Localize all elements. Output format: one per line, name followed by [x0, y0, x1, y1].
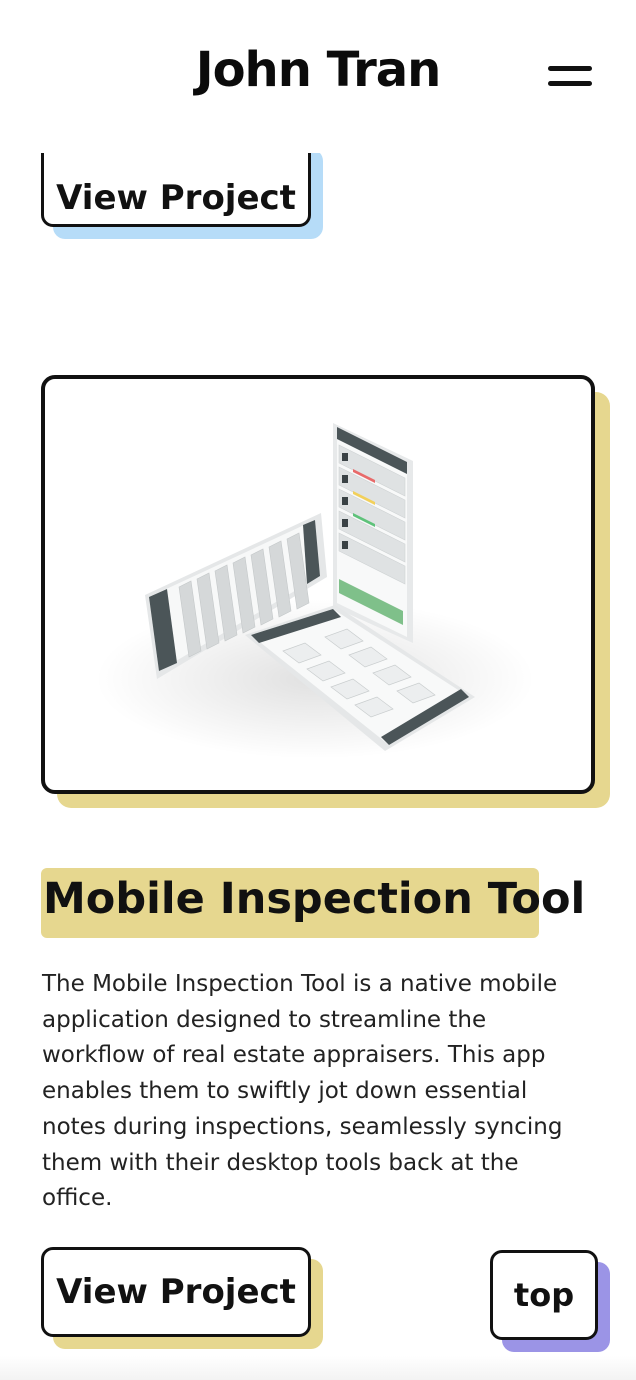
hamburger-menu-icon[interactable]: [544, 62, 596, 96]
bottom-fade: [0, 1356, 636, 1380]
site-title[interactable]: John Tran: [0, 42, 636, 98]
back-to-top-wrap: top: [490, 1250, 610, 1352]
site-header: John Tran: [0, 0, 636, 153]
menu-line: [548, 81, 592, 86]
back-to-top-button[interactable]: top: [490, 1250, 598, 1340]
project-description: The Mobile Inspection Tool is a native m…: [42, 971, 563, 1212]
menu-line: [548, 66, 592, 71]
mobile-app-mockup-image: [95, 423, 535, 759]
view-project-button[interactable]: View Project: [41, 1247, 311, 1337]
project-title: Mobile Inspection Tool: [43, 874, 586, 924]
project-title-highlight: Mobile Inspection Tool: [41, 868, 585, 938]
phone-standing: [333, 423, 413, 643]
project-image-card[interactable]: [41, 375, 595, 794]
view-project-wrap: View Project: [41, 1247, 323, 1349]
